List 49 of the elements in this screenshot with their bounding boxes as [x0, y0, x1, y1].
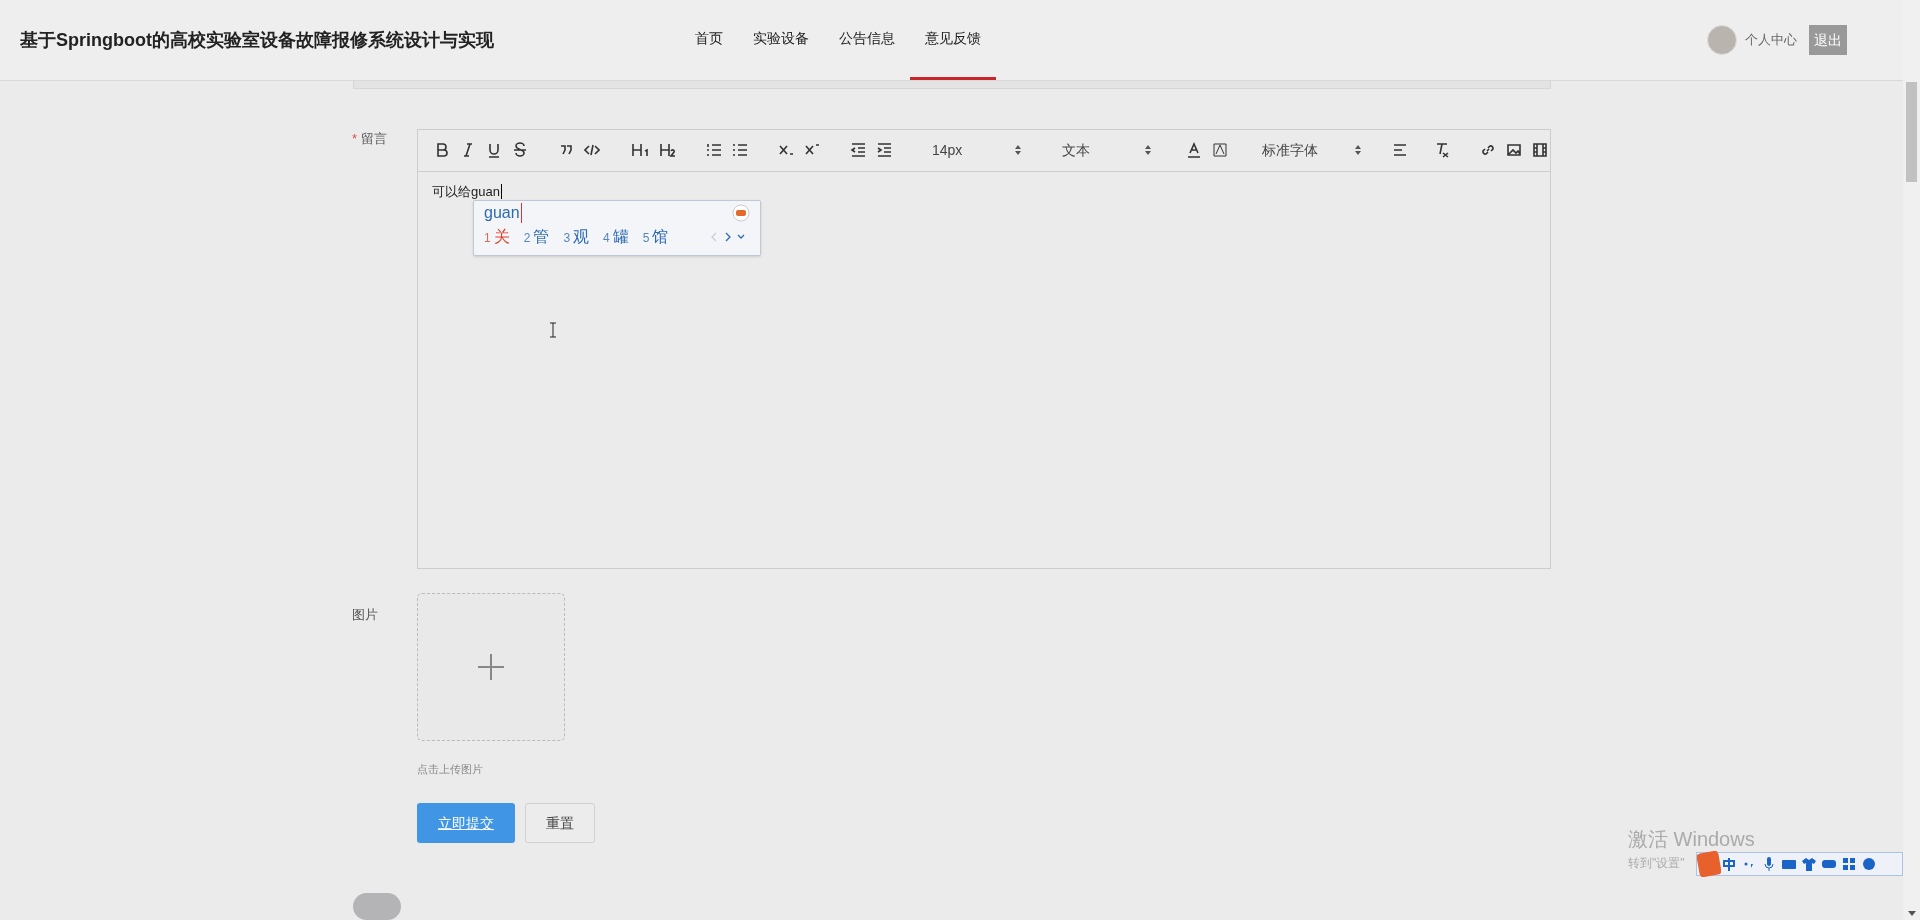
font-size-select[interactable]: 14px: [932, 139, 1022, 161]
video-icon[interactable]: [1532, 142, 1548, 159]
sort-icon: [1354, 144, 1362, 157]
text-color-icon[interactable]: [1186, 142, 1202, 159]
chinese-mode-icon[interactable]: [1721, 856, 1737, 872]
strikethrough-icon[interactable]: [512, 142, 528, 159]
microphone-icon[interactable]: [1761, 856, 1777, 872]
nav-tab[interactable]: 实验设备: [738, 0, 824, 80]
profile-link[interactable]: 个人中心: [1745, 30, 1797, 50]
ordered-list-icon[interactable]: [706, 142, 722, 159]
shirt-icon[interactable]: [1801, 856, 1817, 872]
reset-button[interactable]: 重置: [525, 803, 595, 844]
ime-candidate[interactable]: 2 管: [523, 224, 550, 249]
sort-icon: [1144, 144, 1152, 157]
ime-candidate[interactable]: 3 观: [563, 224, 590, 249]
ime-input: guan: [484, 202, 522, 223]
sort-icon: [1014, 144, 1022, 157]
plus-icon: [478, 653, 504, 680]
activation-title: 激活 Windows: [1628, 827, 1755, 852]
nav-tab[interactable]: 公告信息: [824, 0, 910, 80]
clear-format-icon[interactable]: [1434, 142, 1450, 159]
heading-two-icon[interactable]: [658, 142, 676, 159]
grid-icon[interactable]: [1841, 856, 1857, 872]
bullet-list-icon[interactable]: [732, 142, 748, 159]
outdent-icon[interactable]: [850, 142, 866, 159]
highlight-icon[interactable]: [1212, 142, 1228, 159]
underline-icon[interactable]: [486, 142, 502, 159]
field-label: 留言: [361, 129, 388, 148]
align-icon[interactable]: [1392, 142, 1408, 159]
image-icon[interactable]: [1506, 142, 1522, 159]
text-cursor-icon: [549, 321, 557, 338]
sogou-logo-icon[interactable]: [1697, 851, 1721, 877]
scrollbar-thumb[interactable]: [1906, 82, 1917, 182]
indent-icon[interactable]: [876, 142, 892, 159]
nav-tab[interactable]: 首页: [680, 0, 738, 80]
block-type-select[interactable]: 文本: [1062, 139, 1152, 161]
upload-hint: 点击上传图片: [417, 761, 484, 777]
ime-candidate[interactable]: 5 馆: [642, 224, 669, 249]
rich-text-editor[interactable]: 14px 文本 标准字体 可以给guan guan 1 关 2 管 3 观 4 罐 5 馆: [417, 128, 1551, 569]
required-mark: *: [352, 129, 358, 148]
field-label: 图片: [352, 605, 379, 624]
bold-icon[interactable]: [434, 142, 450, 159]
heading-one-icon[interactable]: [630, 142, 648, 159]
ime-candidate[interactable]: 1 关: [484, 224, 510, 249]
site-title: 基于Springboot的高校实验室设备故障报修系统设计与实现: [20, 28, 495, 52]
ime-candidate[interactable]: 4 罐: [603, 224, 629, 249]
font-family-select[interactable]: 标准字体: [1262, 139, 1362, 161]
scroll-down-icon[interactable]: [1907, 911, 1916, 916]
editor-text: 可以给guan: [432, 183, 502, 199]
